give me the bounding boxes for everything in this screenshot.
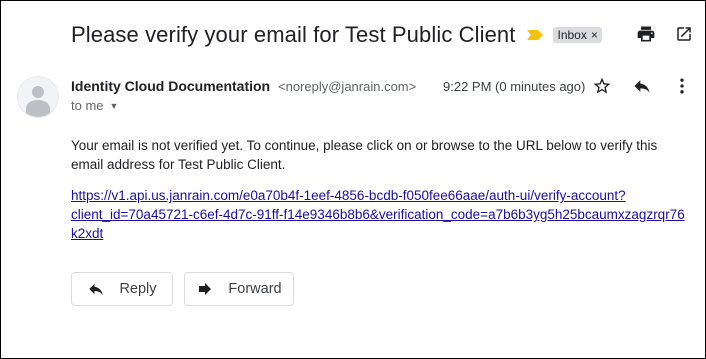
- forward-button-label: Forward: [228, 281, 282, 297]
- reply-icon[interactable]: [631, 75, 653, 97]
- verification-link-line2[interactable]: client_id=70a45721-c6ef-4d7c-91ff-f14e93…: [71, 207, 685, 241]
- header-actions: [635, 23, 695, 45]
- sender-avatar: [17, 76, 59, 118]
- reply-icon: [89, 283, 104, 295]
- message-actions: [591, 75, 693, 97]
- person-avatar-icon: [26, 86, 50, 117]
- recipient-text: to me: [71, 98, 104, 113]
- sender-email: <noreply@janrain.com>: [278, 79, 417, 94]
- open-in-new-window-icon[interactable]: [673, 23, 695, 45]
- recipient-line: to me ▼: [71, 98, 118, 113]
- reply-button[interactable]: Reply: [71, 272, 173, 306]
- more-vert-icon[interactable]: [671, 75, 693, 97]
- subject-row: Please verify your email for Test Public…: [71, 19, 691, 51]
- show-details-chevron-down-icon[interactable]: ▼: [110, 101, 119, 111]
- reply-button-label: Reply: [119, 281, 157, 297]
- verification-link[interactable]: https://v1.api.us.janrain.com/e0a70b4f-1…: [71, 186, 691, 243]
- sender-name[interactable]: Identity Cloud Documentation: [71, 78, 270, 94]
- remove-label-button[interactable]: ×: [591, 28, 598, 42]
- forward-icon: [199, 283, 212, 295]
- label-chip-text: Inbox: [557, 28, 587, 42]
- importance-marker-icon[interactable]: [527, 30, 544, 40]
- email-view: Please verify your email for Test Public…: [0, 0, 706, 359]
- email-subject: Please verify your email for Test Public…: [71, 22, 516, 47]
- inbox-label-chip: Inbox ×: [553, 27, 602, 43]
- star-icon[interactable]: [591, 75, 613, 97]
- message-body: Your email is not verified yet. To conti…: [71, 138, 658, 172]
- message-timestamp: 9:22 PM (0 minutes ago): [443, 79, 586, 94]
- forward-button[interactable]: Forward: [184, 272, 294, 306]
- print-icon[interactable]: [635, 23, 657, 45]
- verification-link-line1[interactable]: https://v1.api.us.janrain.com/e0a70b4f-1…: [71, 188, 626, 203]
- sender-line: Identity Cloud Documentation <noreply@ja…: [71, 78, 416, 94]
